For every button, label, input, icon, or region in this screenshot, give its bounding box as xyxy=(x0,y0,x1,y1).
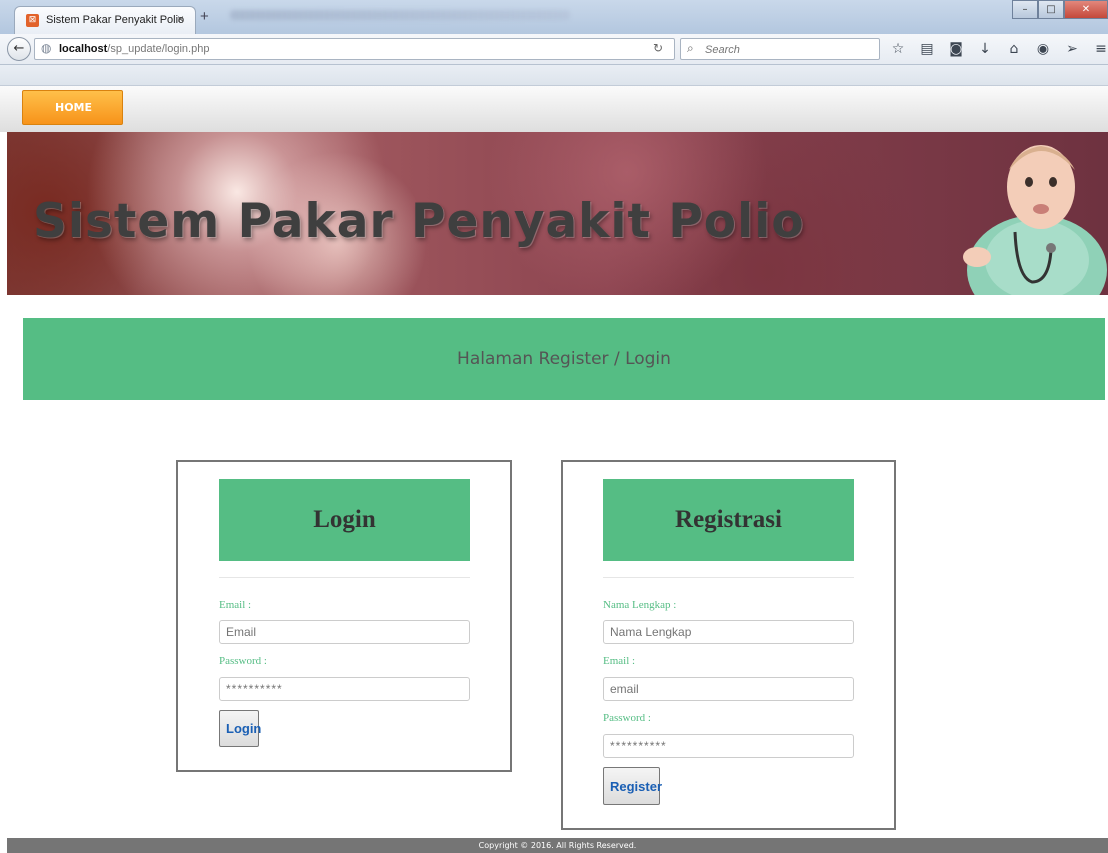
password-label: Password : xyxy=(603,712,651,724)
register-password-input[interactable] xyxy=(603,734,854,758)
search-icon: ⌕ xyxy=(687,41,694,55)
login-button[interactable]: Login xyxy=(219,710,261,747)
login-email-input[interactable] xyxy=(219,620,470,644)
search-input[interactable] xyxy=(703,41,877,59)
page-heading-bar: Halaman Register / Login xyxy=(23,318,1105,400)
register-name-input[interactable] xyxy=(603,620,854,644)
footer: Copyright © 2016. All Rights Reserved. xyxy=(7,838,1108,853)
browser-toolbar-icons: ☆ ▤ ◙ ↓ ⌂ ◉ ➢ ≡ xyxy=(890,40,1108,58)
send-icon[interactable]: ➢ xyxy=(1064,40,1080,58)
browser-tab[interactable]: ⊠ Sistem Pakar Penyakit Polio × xyxy=(14,6,196,34)
tab-title: Sistem Pakar Penyakit Polio xyxy=(46,14,185,26)
browser-nav-bar: ← ◍ localhost/sp_update/login.php ↻ ⌕ ☆ ▤… xyxy=(0,34,1108,65)
home-icon[interactable]: ⌂ xyxy=(1006,40,1022,58)
pocket-icon[interactable]: ◙ xyxy=(948,40,964,58)
reader-icon[interactable]: ▤ xyxy=(919,40,935,58)
maximize-icon[interactable]: □ xyxy=(1038,0,1064,19)
browser-tab-strip: ⊠ Sistem Pakar Penyakit Polio × + – □ ✕ xyxy=(0,0,1108,34)
header-banner: Sistem Pakar Penyakit Polio xyxy=(7,132,1108,295)
new-tab-button[interactable]: + xyxy=(200,8,209,25)
download-icon[interactable]: ↓ xyxy=(977,40,993,58)
menu-icon[interactable]: ≡ xyxy=(1093,40,1108,58)
login-password-input[interactable] xyxy=(219,677,470,701)
register-card: Registrasi Nama Lengkap : Email : Passwo… xyxy=(561,460,896,830)
window-close-icon[interactable]: ✕ xyxy=(1064,0,1108,19)
login-heading: Login xyxy=(219,479,470,561)
back-arrow-icon[interactable]: ← xyxy=(7,37,31,61)
site-menu-bar: HOME xyxy=(0,86,1108,132)
browser-toolbar-spacer xyxy=(0,65,1108,86)
email-label: Email : xyxy=(219,599,252,611)
copyright-text: Copyright © 2016. All Rights Reserved. xyxy=(478,841,637,850)
close-tab-icon[interactable]: × xyxy=(177,12,184,26)
home-nav-button[interactable]: HOME xyxy=(22,90,123,125)
name-label: Nama Lengkap : xyxy=(603,599,677,611)
minimize-icon[interactable]: – xyxy=(1012,0,1038,19)
url-text: localhost/sp_update/login.php xyxy=(59,43,210,55)
register-email-input[interactable] xyxy=(603,677,854,701)
site-favicon-icon: ⊠ xyxy=(26,14,39,27)
register-button[interactable]: Register xyxy=(603,767,662,805)
blurred-tabs xyxy=(230,10,570,20)
divider xyxy=(603,577,854,578)
address-bar[interactable]: ◍ localhost/sp_update/login.php ↻ xyxy=(34,38,675,60)
page-heading: Halaman Register / Login xyxy=(457,349,671,369)
site-title: Sistem Pakar Penyakit Polio xyxy=(33,194,805,249)
login-card: Login Email : Password : Login xyxy=(176,460,512,772)
password-label: Password : xyxy=(219,655,267,667)
baby-doctor-illustration xyxy=(963,145,1107,295)
window-controls: – □ ✕ xyxy=(1012,0,1108,20)
chat-icon[interactable]: ◉ xyxy=(1035,40,1051,58)
browser-search-box[interactable]: ⌕ xyxy=(680,38,880,60)
globe-icon: ◍ xyxy=(41,41,52,55)
register-heading: Registrasi xyxy=(603,479,854,561)
divider xyxy=(219,577,470,578)
reload-icon[interactable]: ↻ xyxy=(653,41,663,55)
email-label: Email : xyxy=(603,655,636,667)
star-icon[interactable]: ☆ xyxy=(890,40,906,58)
